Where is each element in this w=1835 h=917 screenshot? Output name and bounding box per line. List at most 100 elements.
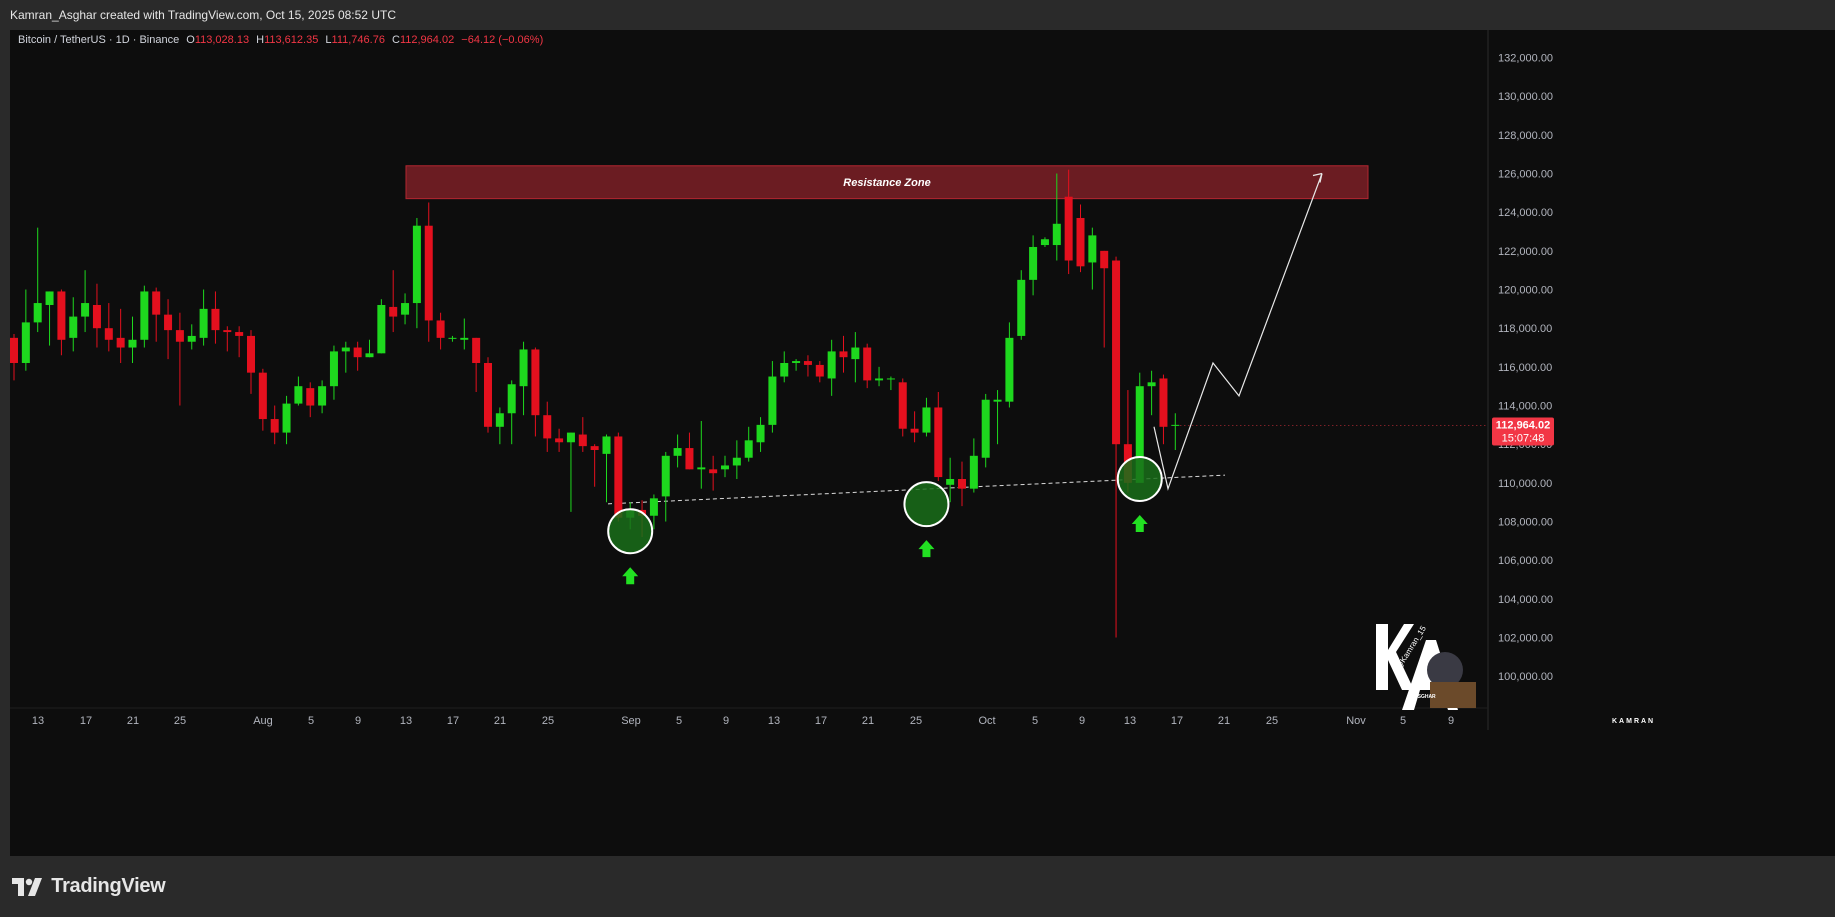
candle-down[interactable] [436, 320, 445, 338]
candle-down[interactable] [175, 330, 184, 342]
candle-up[interactable] [140, 291, 149, 340]
candle-down[interactable] [223, 330, 232, 333]
candle-down[interactable] [934, 407, 943, 478]
candle-down[interactable] [306, 388, 315, 406]
candlestick-chart[interactable]: Resistance Zone 132,000.00 130,000.00 128,… [10, 30, 1835, 856]
candle-up[interactable] [1171, 424, 1180, 426]
support-touch-circle[interactable] [903, 481, 950, 528]
candle-down[interactable] [92, 304, 101, 329]
candle-down[interactable] [543, 415, 552, 439]
candle-up[interactable] [495, 413, 504, 427]
candle-up[interactable] [329, 351, 338, 387]
candle-up[interactable] [661, 455, 670, 497]
candle-up[interactable] [1040, 239, 1049, 246]
projection-path[interactable] [1153, 173, 1323, 491]
candle-up[interactable] [792, 361, 801, 363]
candle-up[interactable] [1017, 279, 1026, 336]
candle-up[interactable] [756, 424, 765, 443]
candle-up[interactable] [377, 304, 386, 354]
candle-up[interactable] [282, 403, 291, 433]
candle-down[interactable] [803, 361, 812, 365]
candle-up[interactable] [69, 316, 78, 338]
candle-down[interactable] [839, 351, 848, 358]
candle-up[interactable] [507, 384, 516, 414]
candle-down[interactable] [898, 382, 907, 429]
candle-up[interactable] [33, 303, 42, 323]
candle-down[interactable] [1076, 217, 1085, 267]
candle-down[interactable] [211, 308, 220, 331]
candle-up[interactable] [732, 457, 741, 466]
candle-up[interactable] [981, 399, 990, 458]
candle-up[interactable] [649, 498, 658, 516]
candle-up[interactable] [1005, 337, 1014, 402]
candle-up[interactable] [886, 378, 895, 380]
candle-up[interactable] [851, 347, 860, 360]
candle-up[interactable] [1029, 246, 1038, 280]
candle-down[interactable] [353, 347, 362, 358]
candle-up[interactable] [21, 322, 30, 363]
support-touch-circle[interactable] [1116, 456, 1163, 503]
candle-down[interactable] [614, 436, 623, 518]
candle-up[interactable] [412, 225, 421, 304]
candle-up[interactable] [566, 432, 575, 443]
candle-up[interactable] [780, 362, 789, 377]
candle-up[interactable] [697, 467, 706, 470]
symbol-name[interactable]: Bitcoin / TetherUS · 1D · Binance [18, 34, 179, 46]
candle-down[interactable] [424, 225, 433, 321]
candle-down[interactable] [57, 291, 66, 340]
candle-down[interactable] [270, 419, 279, 433]
candle-up[interactable] [1088, 235, 1097, 263]
candle-up[interactable] [45, 291, 54, 305]
candle-down[interactable] [116, 337, 125, 348]
candle-up[interactable] [993, 399, 1002, 402]
candle-down[interactable] [484, 362, 492, 427]
candle-down[interactable] [152, 291, 161, 315]
candle-down[interactable] [910, 428, 919, 433]
candle-down[interactable] [863, 347, 872, 381]
candle-up[interactable] [922, 407, 931, 433]
candle-down[interactable] [590, 446, 599, 451]
candle-down[interactable] [258, 372, 267, 420]
candle-down[interactable] [685, 448, 694, 470]
candle-up[interactable] [448, 337, 457, 339]
candle-up[interactable] [341, 347, 350, 352]
tradingview-logo[interactable]: TradingView [12, 875, 166, 898]
candle-down[interactable] [1112, 260, 1121, 445]
candle-down[interactable] [235, 332, 244, 336]
candle-down[interactable] [10, 337, 18, 363]
candle-up[interactable] [1147, 382, 1156, 387]
candle-up[interactable] [318, 386, 327, 406]
candle-up[interactable] [744, 440, 753, 458]
candle-up[interactable] [969, 455, 978, 489]
candle-up[interactable] [827, 351, 836, 379]
candle-up[interactable] [602, 436, 611, 454]
candle-up[interactable] [460, 337, 469, 340]
candle-up[interactable] [875, 378, 884, 381]
candle-up[interactable] [721, 465, 729, 470]
candle-down[interactable] [104, 328, 113, 340]
chart-area[interactable]: Resistance Zone 132,000.00 130,000.00 128,… [10, 30, 1835, 856]
candle-up[interactable] [1052, 223, 1061, 246]
candle-down[interactable] [247, 335, 255, 373]
candle-up[interactable] [946, 479, 955, 485]
candle-up[interactable] [81, 303, 90, 317]
candle-down[interactable] [958, 479, 966, 489]
candle-down[interactable] [472, 337, 481, 363]
candle-up[interactable] [673, 448, 682, 456]
candle-down[interactable] [1159, 378, 1168, 427]
candle-down[interactable] [164, 314, 173, 331]
candle-up[interactable] [128, 339, 137, 348]
support-touch-circle[interactable] [607, 508, 654, 555]
candle-down[interactable] [555, 438, 564, 443]
candle-up[interactable] [768, 376, 777, 425]
candle-up[interactable] [187, 335, 196, 342]
candle-down[interactable] [531, 349, 540, 416]
candle-down[interactable] [815, 364, 824, 377]
candle-down[interactable] [578, 434, 587, 447]
candle-up[interactable] [519, 349, 528, 387]
candle-up[interactable] [199, 308, 208, 338]
candle-down[interactable] [709, 469, 718, 474]
candle-up[interactable] [365, 353, 374, 358]
candle-up[interactable] [294, 386, 303, 404]
candle-down[interactable] [1100, 250, 1109, 269]
